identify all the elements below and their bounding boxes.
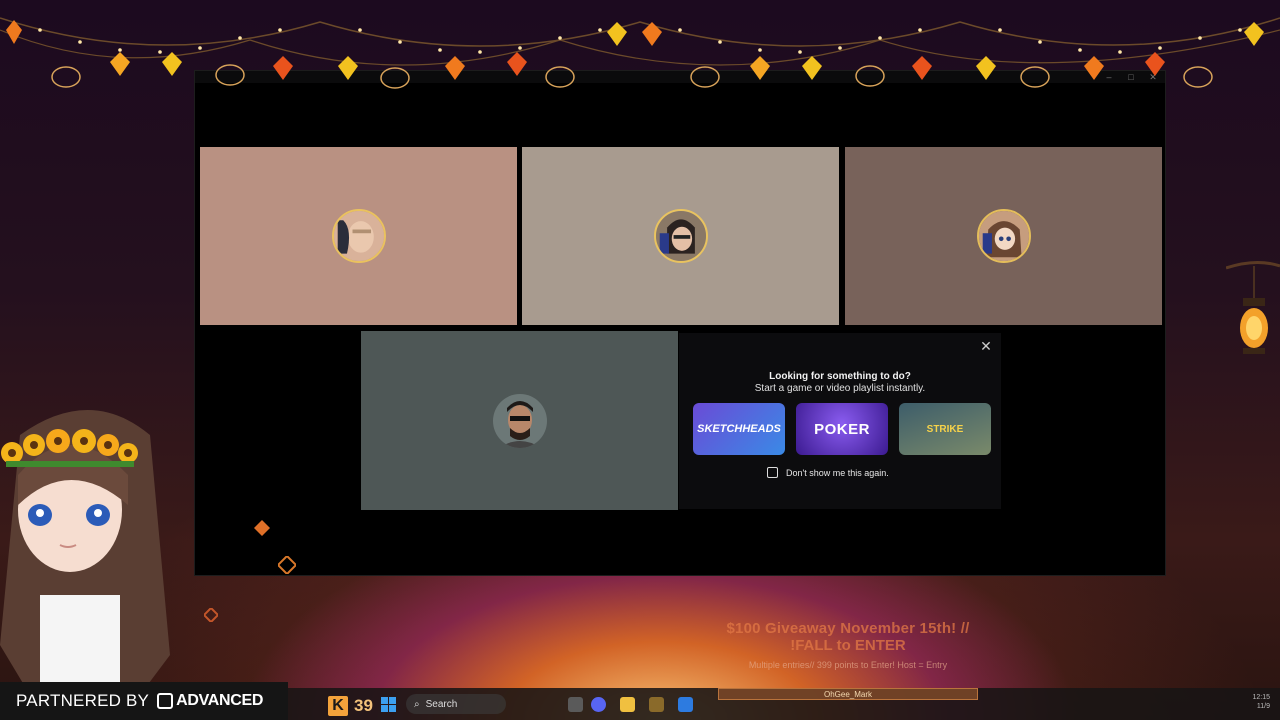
- game-card-label: POKER: [814, 420, 870, 438]
- close-icon[interactable]: ✕: [979, 339, 993, 353]
- game-card-strike[interactable]: STRIKE: [899, 403, 991, 455]
- os-taskbar: K 39 ⌕ Search OhGee_Mark 12:15 11/9: [288, 688, 1280, 720]
- participant-tile[interactable]: [200, 147, 517, 325]
- participant-avatar: [653, 209, 708, 263]
- dont-show-again-checkbox[interactable]: [767, 467, 778, 478]
- tray-time: 12:15: [1252, 694, 1270, 701]
- participant-tile[interactable]: [361, 331, 678, 510]
- window-controls: – □ ✕: [1105, 71, 1157, 83]
- falling-leaf-decoration: [254, 520, 270, 536]
- video-call-window: – □ ✕ ✕ Looking for something to do? Sta…: [194, 70, 1166, 576]
- minimize-icon[interactable]: –: [1105, 73, 1113, 82]
- falling-leaf-decoration: [204, 608, 218, 622]
- avatar-image: [492, 393, 547, 448]
- tray-date: 11/9: [1256, 703, 1270, 710]
- giveaway-command: !FALL to ENTER: [790, 637, 906, 654]
- participant-tile[interactable]: [522, 147, 839, 325]
- partner-banner: PARTNERED BY ADVANCED: [0, 682, 288, 720]
- game-card-poker-night[interactable]: POKER: [796, 403, 888, 455]
- lantern-decoration: [1226, 261, 1280, 354]
- partner-label: PARTNERED BY: [16, 691, 150, 710]
- giveaway-overlay: $100 Giveaway November 15th! // !FALL to…: [700, 620, 996, 670]
- game-card-label: SKETCHHEADS: [697, 423, 781, 435]
- search-icon: ⌕: [414, 698, 420, 710]
- participant-avatar: [492, 393, 547, 448]
- vtuber-avatar: [0, 410, 170, 695]
- k-points-icon: K: [328, 696, 348, 716]
- search-label: Search: [425, 698, 458, 710]
- points-count: 39: [354, 696, 373, 715]
- giveaway-entries: Multiple entries// 399 points to Enter! …: [748, 660, 948, 670]
- advanced-logo-icon: [157, 693, 174, 709]
- points-badge: K 39: [328, 696, 373, 716]
- advanced-logo: ADVANCED: [157, 692, 263, 710]
- avatar-image: [655, 211, 706, 261]
- game-list: SKETCHHEADS POKER STRIKE: [693, 403, 991, 455]
- discord-icon[interactable]: [591, 697, 606, 712]
- system-tray-clock[interactable]: 12:15 11/9: [1252, 693, 1270, 711]
- taskbar-search[interactable]: ⌕ Search: [406, 694, 506, 714]
- panel-title: Looking for something to do?: [769, 371, 911, 382]
- falling-leaf-decoration: [278, 556, 296, 574]
- participant-avatar: [976, 209, 1031, 263]
- activity-suggestion-panel: ✕ Looking for something to do? Start a g…: [679, 333, 1001, 509]
- giveaway-title: $100 Giveaway November 15th! //: [726, 620, 970, 637]
- participant-tile[interactable]: [845, 147, 1162, 325]
- windows-start-icon[interactable]: [381, 697, 396, 712]
- dont-show-again-label[interactable]: Don't show me this again.: [786, 468, 889, 478]
- game-card-sketchheads[interactable]: SKETCHHEADS: [693, 403, 785, 455]
- panel-subtitle: Start a game or video playlist instantly…: [754, 383, 926, 394]
- app-icon[interactable]: [649, 697, 664, 712]
- game-card-label: STRIKE: [926, 423, 964, 435]
- maximize-icon[interactable]: □: [1127, 73, 1135, 82]
- task-view-icon[interactable]: [568, 697, 583, 712]
- window-titlebar: – □ ✕: [195, 71, 1165, 83]
- dont-show-again-row: Don't show me this again.: [767, 467, 889, 478]
- file-explorer-icon[interactable]: [620, 697, 635, 712]
- avatar-image: [333, 211, 384, 261]
- app-icon[interactable]: [678, 697, 693, 712]
- avatar-image: [978, 211, 1029, 261]
- close-icon[interactable]: ✕: [1149, 73, 1157, 82]
- advanced-brand-name: ADVANCED: [176, 692, 264, 709]
- viewer-name-banner: OhGee_Mark: [718, 688, 978, 700]
- participant-avatar: [331, 209, 386, 263]
